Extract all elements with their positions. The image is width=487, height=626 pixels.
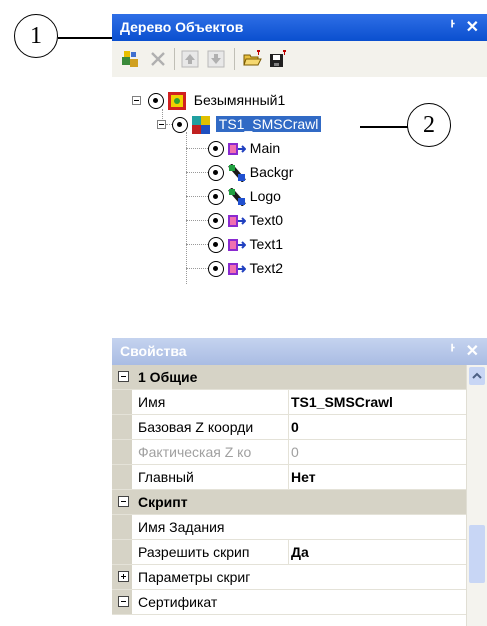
object-tree-panel: Дерево Объектов ᅡ ✕ Безымянный1 TS1_SMSC… xyxy=(112,14,487,341)
property-row[interactable]: Разрешить скрип Да xyxy=(112,540,467,565)
property-row[interactable]: Параметры скриг xyxy=(112,565,467,590)
collapse-toggle[interactable] xyxy=(157,120,166,129)
tree-node-label: Безымянный1 xyxy=(193,92,286,108)
tree-node-label: Text2 xyxy=(249,260,283,276)
tree-node-child[interactable]: Text2 xyxy=(208,257,283,279)
add-object-icon[interactable] xyxy=(120,49,140,69)
expand-toggle[interactable] xyxy=(118,571,129,582)
toolbar-separator xyxy=(234,48,235,70)
close-icon[interactable]: ✕ xyxy=(466,14,479,41)
visibility-eye-icon[interactable] xyxy=(208,261,224,278)
property-label: Базовая Z коорди xyxy=(138,419,254,435)
scroll-thumb[interactable] xyxy=(469,525,485,583)
scroll-up-button[interactable] xyxy=(469,367,485,385)
properties-title: Свойства xyxy=(120,343,187,359)
visibility-eye-icon[interactable] xyxy=(208,237,224,254)
text-object-icon xyxy=(227,215,246,228)
save-disk-icon[interactable] xyxy=(268,49,288,69)
property-category[interactable]: Скрипт xyxy=(112,490,467,515)
tree-node-template[interactable]: TS1_SMSCrawl xyxy=(172,113,322,135)
template-icon xyxy=(191,116,210,135)
tree-node-child[interactable]: Logo xyxy=(208,185,281,207)
tree-node-child[interactable]: Backgr xyxy=(208,161,293,183)
pin-icon[interactable]: ᅡ xyxy=(442,14,455,41)
property-label: Главный xyxy=(138,469,194,485)
callout-1-line xyxy=(58,37,116,39)
property-label: Фактическая Z ко xyxy=(138,444,252,460)
property-label: Имя xyxy=(138,394,166,410)
property-grid: 1 Общие Имя TS1_SMSCrawl Базовая Z коорд… xyxy=(112,365,467,615)
collapse-toggle[interactable] xyxy=(118,371,129,382)
callout-2: 2 xyxy=(407,103,451,147)
category-label: 1 Общие xyxy=(138,369,198,385)
property-value[interactable]: Да xyxy=(288,540,467,564)
property-value[interactable]: Нет xyxy=(288,465,467,489)
tree-node-label: Main xyxy=(249,140,281,156)
move-up-icon[interactable] xyxy=(180,49,200,69)
tree-node-root[interactable]: Безымянный1 xyxy=(148,89,285,111)
tree-node-label: Logo xyxy=(249,188,281,204)
visibility-eye-icon[interactable] xyxy=(208,189,224,206)
open-folder-icon[interactable] xyxy=(242,49,262,69)
visibility-eye-icon[interactable] xyxy=(208,165,224,182)
properties-panel: Свойства ᅡ ✕ 1 Общие Имя TS1_SMSCrawl Ба… xyxy=(112,338,487,626)
crawl-object-icon xyxy=(227,143,246,156)
collapse-toggle[interactable] xyxy=(118,596,129,607)
property-row[interactable]: Имя Задания xyxy=(112,515,467,540)
object-tree-title: Дерево Объектов xyxy=(120,19,244,35)
callout-2-line xyxy=(360,126,408,128)
property-row[interactable]: Сертификат xyxy=(112,590,467,615)
property-value: 0 xyxy=(288,440,467,464)
property-label: Сертификат xyxy=(138,594,218,610)
text-object-icon xyxy=(227,239,246,252)
properties-titlebar[interactable]: Свойства ᅡ ✕ xyxy=(112,338,487,365)
tree-node-label: TS1_SMSCrawl xyxy=(215,116,322,132)
close-icon[interactable]: ✕ xyxy=(466,338,479,365)
visibility-eye-icon[interactable] xyxy=(208,213,224,230)
image-object-icon xyxy=(228,188,246,207)
property-value[interactable]: 0 xyxy=(288,415,467,439)
callout-1: 1 xyxy=(14,14,58,58)
scene-icon xyxy=(167,92,186,111)
move-down-icon[interactable] xyxy=(206,49,226,69)
property-row[interactable]: Главный Нет xyxy=(112,465,467,490)
category-label: Скрипт xyxy=(138,494,188,510)
visibility-eye-icon[interactable] xyxy=(172,117,188,134)
visibility-eye-icon[interactable] xyxy=(208,141,224,158)
tree-node-child[interactable]: Text0 xyxy=(208,209,283,231)
pin-icon[interactable]: ᅡ xyxy=(442,338,455,365)
object-tree-toolbar xyxy=(112,41,487,78)
property-row[interactable]: Базовая Z коорди 0 xyxy=(112,415,467,440)
tree-node-label: Text1 xyxy=(249,236,283,252)
tree-node-label: Text0 xyxy=(249,212,283,228)
vertical-scrollbar[interactable] xyxy=(466,365,487,626)
tree-node-child[interactable]: Main xyxy=(208,137,280,159)
property-value[interactable]: TS1_SMSCrawl xyxy=(288,390,467,414)
tree-node-label: Backgr xyxy=(249,164,294,180)
toolbar-separator xyxy=(174,48,175,70)
property-category[interactable]: 1 Общие xyxy=(112,365,467,390)
property-row[interactable]: Фактическая Z ко 0 xyxy=(112,440,467,465)
property-label: Разрешить скрип xyxy=(138,544,250,560)
collapse-toggle[interactable] xyxy=(132,96,141,105)
property-label: Имя Задания xyxy=(138,519,225,535)
property-label: Параметры скриг xyxy=(138,569,251,585)
collapse-toggle[interactable] xyxy=(118,496,129,507)
visibility-eye-icon[interactable] xyxy=(148,93,164,110)
text-object-icon xyxy=(227,263,246,276)
tree-node-child[interactable]: Text1 xyxy=(208,233,283,255)
image-object-icon xyxy=(228,164,246,183)
chevron-up-icon xyxy=(472,372,482,379)
object-tree-titlebar[interactable]: Дерево Объектов ᅡ ✕ xyxy=(112,14,487,41)
property-row[interactable]: Имя TS1_SMSCrawl xyxy=(112,390,467,415)
delete-icon[interactable] xyxy=(148,49,168,69)
